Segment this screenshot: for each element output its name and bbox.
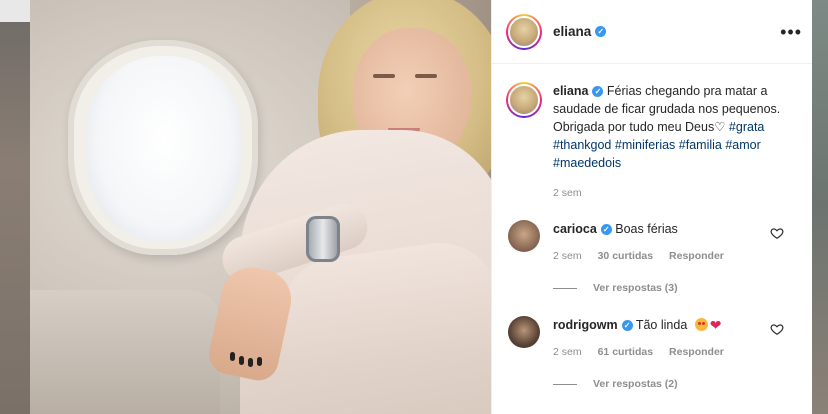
post-modal: eliana ✓ ••• eliana ✓ Férias chegando pra… (30, 0, 812, 414)
photo-nails (230, 342, 270, 367)
view-replies-button[interactable]: Ver respostas (2) (553, 378, 773, 390)
caption-username[interactable]: eliana (553, 84, 588, 98)
author-avatar[interactable] (506, 13, 542, 50)
commenter-avatar[interactable] (508, 220, 540, 252)
like-heart-icon[interactable] (770, 226, 784, 240)
hashtag-link[interactable]: #familia (679, 138, 722, 152)
hashtag-link[interactable]: #thankgod (553, 138, 611, 152)
comment-meta: 2 sem 30 curtidas Responder (553, 250, 773, 262)
comments-section: eliana ✓ Férias chegando pra matar a saud… (492, 64, 812, 414)
reply-button[interactable]: Responder (669, 250, 724, 262)
reply-button[interactable]: Responder (669, 346, 724, 358)
caption-timestamp[interactable]: 2 sem (553, 184, 791, 202)
comment-body: rodrigowm ✓ Tão linda ❤ 2 sem 61 curtidas… (553, 316, 773, 390)
like-heart-icon[interactable] (770, 322, 784, 336)
comment-item: rodrigowm ✓ Tão linda ❤ 2 sem 61 curtidas… (506, 316, 802, 390)
background-feed-left (0, 0, 30, 414)
caption-avatar-image (508, 84, 540, 116)
photo-nail (239, 356, 244, 365)
white-heart-icon: ♡ (714, 120, 726, 134)
photo-eye-left (373, 74, 395, 78)
comment-item: carioca ✓ Boas férias 2 sem 30 curtidas R… (506, 220, 802, 294)
photo-nail (230, 352, 235, 361)
photo-nail (248, 358, 253, 367)
post-sidebar: eliana ✓ ••• eliana ✓ Férias chegando pra… (491, 0, 812, 414)
comment-text-line: rodrigowm ✓ Tão linda ❤ (553, 316, 773, 334)
hashtag-link[interactable]: #maededois (553, 156, 621, 170)
background-strip (0, 0, 30, 22)
view-replies-label: Ver respostas (3) (593, 282, 678, 294)
post-header: eliana ✓ ••• (492, 0, 812, 64)
verified-badge-icon: ✓ (621, 320, 633, 332)
comment-body: carioca ✓ Boas férias 2 sem 30 curtidas R… (553, 220, 773, 294)
red-heart-emoji-icon: ❤ (709, 317, 722, 333)
more-options-icon[interactable]: ••• (780, 23, 802, 41)
caption-avatar[interactable] (506, 82, 542, 118)
commenter-username[interactable]: rodrigowm (553, 318, 618, 332)
comment-text-line: carioca ✓ Boas férias (553, 220, 773, 238)
hashtag-link[interactable]: #miniferias (615, 138, 675, 152)
commenter-avatar[interactable] (508, 316, 540, 348)
post-photo[interactable] (30, 0, 491, 414)
hashtag-link[interactable]: #amor (725, 138, 760, 152)
verified-badge-icon: ✓ (595, 26, 607, 37)
comment-timestamp[interactable]: 2 sem (553, 346, 582, 358)
comment-likes[interactable]: 61 curtidas (598, 346, 653, 358)
photo-eye-right (415, 74, 437, 78)
replies-divider (553, 287, 577, 289)
comment-text: Boas férias (615, 222, 678, 236)
verified-badge-icon: ✓ (592, 86, 604, 98)
comment-text: Tão linda (635, 318, 688, 332)
comment-meta: 2 sem 61 curtidas Responder (553, 346, 773, 358)
caption-text-block: eliana ✓ Férias chegando pra matar a saud… (553, 82, 791, 202)
verified-badge-icon: ✓ (600, 224, 612, 236)
author-avatar-image (508, 15, 540, 48)
post-caption: eliana ✓ Férias chegando pra matar a saud… (506, 82, 802, 202)
photo-window-glass (86, 56, 242, 242)
author-username[interactable]: eliana (553, 24, 591, 39)
commenter-username[interactable]: carioca (553, 222, 597, 236)
view-replies-label: Ver respostas (2) (593, 378, 678, 390)
hashtag-link[interactable]: #grata (729, 120, 764, 134)
photo-armrest (30, 290, 220, 414)
background-feed-right (812, 0, 828, 414)
photo-watch (306, 216, 340, 262)
comment-timestamp[interactable]: 2 sem (553, 250, 582, 262)
view-replies-button[interactable]: Ver respostas (3) (553, 282, 773, 294)
photo-nail (257, 357, 262, 366)
replies-divider (553, 383, 577, 385)
comment-likes[interactable]: 30 curtidas (598, 250, 653, 262)
heart-eyes-emoji-icon (694, 318, 708, 331)
